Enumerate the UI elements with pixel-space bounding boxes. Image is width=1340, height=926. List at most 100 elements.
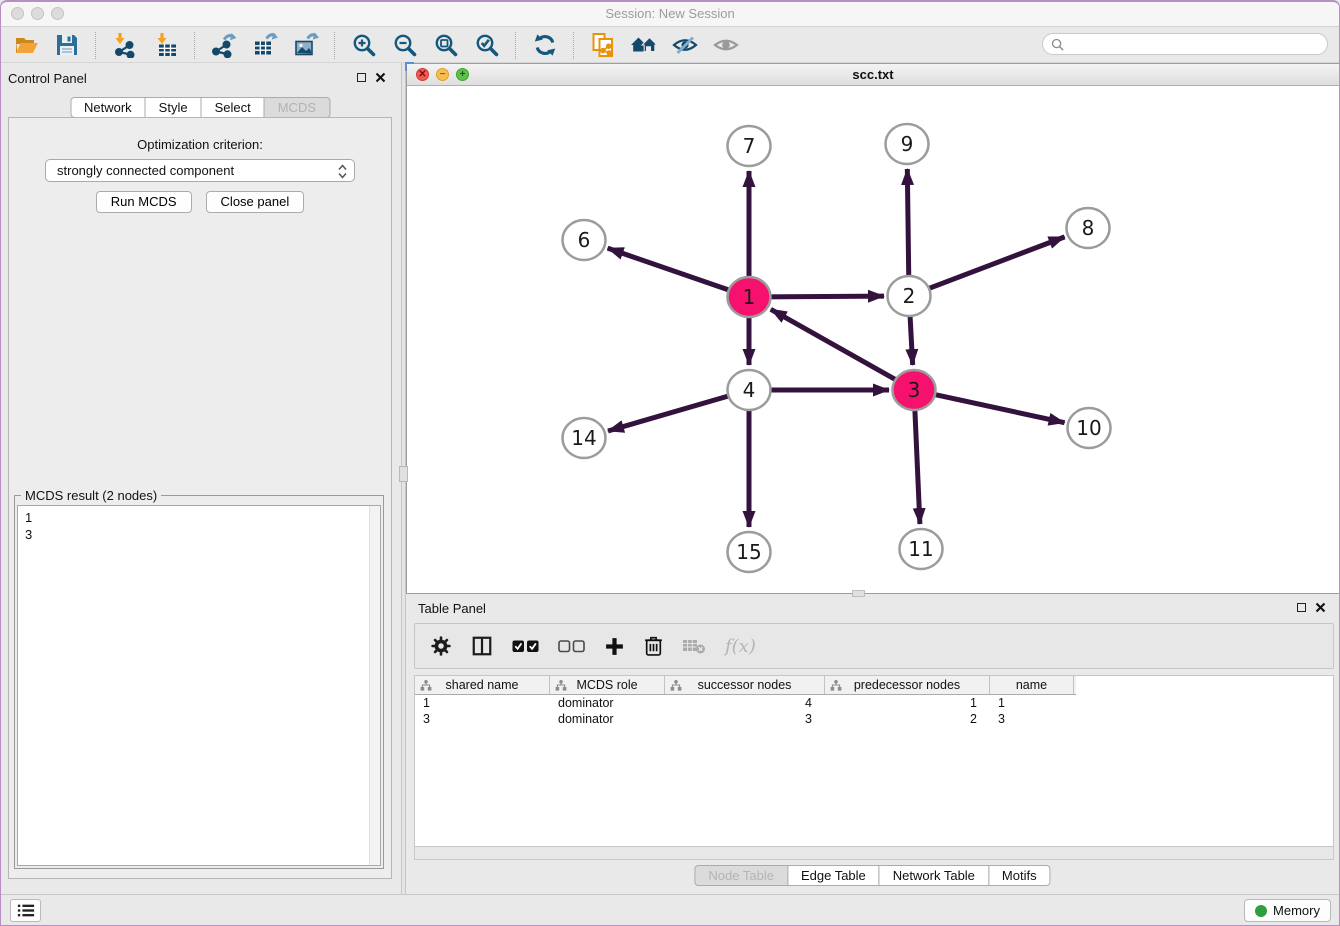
refresh-layout-button[interactable] bbox=[527, 30, 563, 61]
criterion-select[interactable]: strongly connected component bbox=[45, 159, 355, 182]
task-history-button[interactable] bbox=[10, 899, 41, 922]
graph-edge-3-1[interactable] bbox=[771, 309, 900, 382]
window-close-button[interactable] bbox=[11, 7, 24, 20]
add-column-button[interactable] bbox=[604, 636, 625, 657]
graph-node-2[interactable]: 2 bbox=[888, 276, 931, 316]
close-table-panel-icon[interactable] bbox=[1315, 602, 1326, 613]
table-row[interactable]: 3dominator323 bbox=[415, 711, 1333, 727]
graph-node-1[interactable]: 1 bbox=[728, 277, 771, 317]
tab-network-table[interactable]: Network Table bbox=[879, 865, 989, 886]
zoom-in-icon bbox=[351, 32, 377, 58]
clone-network-icon bbox=[590, 32, 616, 58]
select-all-button[interactable] bbox=[512, 640, 539, 653]
run-mcds-button[interactable]: Run MCDS bbox=[96, 191, 192, 213]
table-cell[interactable]: 2 bbox=[825, 712, 990, 726]
graph-edge-3-10[interactable] bbox=[930, 393, 1065, 422]
search-input[interactable] bbox=[1064, 35, 1327, 53]
table-cell[interactable]: 3 bbox=[665, 712, 825, 726]
zoom-out-button[interactable] bbox=[387, 30, 423, 61]
close-panel-icon[interactable] bbox=[375, 72, 386, 83]
export-table-button[interactable] bbox=[247, 30, 283, 61]
network-close-button[interactable]: ✕ bbox=[416, 68, 429, 81]
graph-edge-2-3[interactable] bbox=[910, 312, 913, 365]
import-table-button[interactable] bbox=[148, 30, 184, 61]
vertical-splitter-handle[interactable] bbox=[399, 466, 408, 482]
table-cell[interactable]: 4 bbox=[665, 696, 825, 710]
graph-node-3[interactable]: 3 bbox=[893, 370, 936, 410]
float-table-panel-icon[interactable] bbox=[1297, 603, 1306, 612]
graph-node-8[interactable]: 8 bbox=[1067, 208, 1110, 248]
eye-slash-icon bbox=[672, 32, 698, 58]
network-window-titlebar[interactable]: ✕ − + scc.txt bbox=[407, 64, 1339, 86]
first-neighbors-button[interactable] bbox=[626, 30, 662, 61]
graph-node-4[interactable]: 4 bbox=[728, 370, 771, 410]
function-builder-button[interactable]: f(x) bbox=[725, 636, 756, 657]
table-cell[interactable]: dominator bbox=[550, 696, 665, 710]
network-minimize-button[interactable]: − bbox=[436, 68, 449, 81]
graph-node-6[interactable]: 6 bbox=[563, 220, 606, 260]
tab-select[interactable]: Select bbox=[201, 97, 265, 118]
gear-button[interactable] bbox=[430, 635, 452, 657]
column-header-predecessor-nodes[interactable]: predecessor nodes bbox=[825, 676, 990, 694]
tab-network[interactable]: Network bbox=[70, 97, 146, 118]
hide-selected-button[interactable] bbox=[667, 30, 703, 61]
column-header-label: name bbox=[1016, 678, 1047, 692]
deselect-all-button[interactable] bbox=[558, 640, 585, 653]
save-session-button[interactable] bbox=[49, 30, 85, 61]
table-cell[interactable]: 1 bbox=[825, 696, 990, 710]
graph-node-9[interactable]: 9 bbox=[886, 124, 929, 164]
tab-motifs[interactable]: Motifs bbox=[988, 865, 1051, 886]
graph-edge-3-11[interactable] bbox=[915, 406, 920, 524]
graph-node-label: 8 bbox=[1082, 216, 1095, 240]
table-row[interactable]: 1dominator411 bbox=[415, 695, 1333, 711]
network-canvas[interactable]: 7 9 6 8 1 2 4 3 14 10 15 11 bbox=[407, 86, 1339, 593]
column-header-successor-nodes[interactable]: successor nodes bbox=[665, 676, 825, 694]
tab-style[interactable]: Style bbox=[145, 97, 202, 118]
column-header-MCDS-role[interactable]: MCDS role bbox=[550, 676, 665, 694]
zoom-fit-button[interactable] bbox=[428, 30, 464, 61]
export-network-button[interactable] bbox=[206, 30, 242, 61]
graph-node-label: 2 bbox=[903, 284, 916, 308]
graph-edge-1-2[interactable] bbox=[765, 296, 884, 297]
zoom-selected-button[interactable] bbox=[469, 30, 505, 61]
network-maximize-button[interactable]: + bbox=[456, 68, 469, 81]
table-cell[interactable]: 1 bbox=[990, 696, 1074, 710]
graph-node-14[interactable]: 14 bbox=[563, 418, 606, 458]
graph-edge-4-14[interactable] bbox=[608, 394, 734, 431]
table-tabs: Node TableEdge TableNetwork TableMotifs bbox=[695, 865, 1050, 886]
graph-node-11[interactable]: 11 bbox=[900, 529, 943, 569]
clone-network-button[interactable] bbox=[585, 30, 621, 61]
toolbar-separator bbox=[95, 32, 96, 59]
table-cell[interactable]: dominator bbox=[550, 712, 665, 726]
float-panel-icon[interactable] bbox=[357, 73, 366, 82]
result-scrollbar[interactable] bbox=[369, 506, 380, 865]
zoom-in-button[interactable] bbox=[346, 30, 382, 61]
tab-edge-table[interactable]: Edge Table bbox=[787, 865, 880, 886]
split-columns-button[interactable] bbox=[471, 635, 493, 657]
import-network-button[interactable] bbox=[107, 30, 143, 61]
close-panel-button[interactable]: Close panel bbox=[206, 191, 305, 213]
graph-node-7[interactable]: 7 bbox=[728, 126, 771, 166]
graph-edge-2-8[interactable] bbox=[924, 237, 1065, 290]
graph-node-10[interactable]: 10 bbox=[1068, 408, 1111, 448]
open-file-button[interactable] bbox=[8, 30, 44, 61]
memory-button[interactable]: Memory bbox=[1244, 899, 1331, 922]
column-header-shared-name[interactable]: shared name bbox=[415, 676, 550, 694]
graph-edge-2-9[interactable] bbox=[907, 169, 908, 280]
mcds-result-area[interactable]: 1 3 bbox=[17, 505, 381, 866]
table-cell[interactable]: 1 bbox=[415, 696, 550, 710]
tab-node-table[interactable]: Node Table bbox=[694, 865, 788, 886]
export-image-button[interactable] bbox=[288, 30, 324, 61]
column-header-name[interactable]: name bbox=[990, 676, 1074, 694]
delete-column-button[interactable] bbox=[644, 635, 663, 657]
show-all-button[interactable] bbox=[708, 30, 744, 61]
graph-edge-1-6[interactable] bbox=[608, 248, 734, 292]
horizontal-splitter-handle[interactable] bbox=[852, 590, 865, 597]
table-cell[interactable]: 3 bbox=[990, 712, 1074, 726]
graph-node-15[interactable]: 15 bbox=[728, 532, 771, 572]
table-cell[interactable]: 3 bbox=[415, 712, 550, 726]
window-zoom-button[interactable] bbox=[51, 7, 64, 20]
delete-table-button[interactable] bbox=[682, 638, 706, 654]
tab-mcds[interactable]: MCDS bbox=[264, 97, 330, 118]
window-minimize-button[interactable] bbox=[31, 7, 44, 20]
